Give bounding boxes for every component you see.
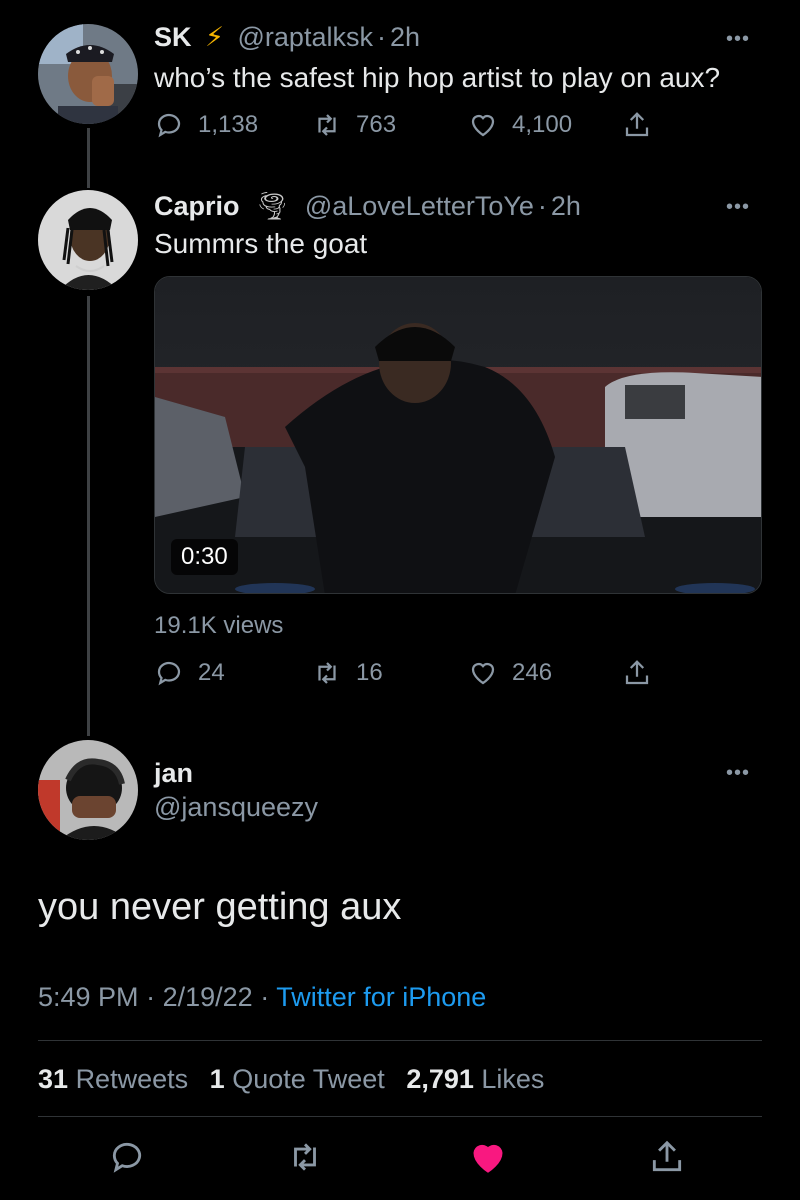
retweets-stat[interactable]: 31 Retweets: [38, 1064, 188, 1094]
author-handle[interactable]: @jansqueezy: [154, 792, 318, 823]
reply-count: 1,138: [198, 111, 259, 138]
reply-icon: [157, 661, 181, 686]
video-duration: 0:30: [171, 539, 238, 575]
tweet-time: 2h: [389, 22, 421, 52]
tweet-time: 5:49 PM: [38, 982, 139, 1012]
avatar[interactable]: [38, 740, 138, 840]
share-icon: [625, 660, 649, 685]
share-icon: [652, 1140, 682, 1172]
like-count: 4,100: [512, 111, 573, 138]
tweet-date: 2/19/22: [162, 982, 253, 1012]
divider: [38, 1040, 762, 1041]
tweet-time: 2h: [550, 191, 581, 221]
reply-icon: [112, 1142, 142, 1173]
tweet-text: who’s the safest hip hop artist to play …: [154, 62, 721, 93]
like-button[interactable]: 246: [468, 658, 552, 688]
reply-button[interactable]: 1,138: [154, 110, 258, 140]
author-name[interactable]: jan: [154, 758, 193, 789]
thread-line: [87, 128, 90, 188]
like-button[interactable]: [468, 1138, 508, 1178]
more-options-icon[interactable]: •••: [726, 196, 750, 219]
retweet-icon: [318, 114, 336, 136]
share-button[interactable]: [622, 110, 652, 140]
share-icon: [625, 112, 649, 137]
avatar[interactable]: [38, 24, 138, 124]
reply-button[interactable]: 24: [154, 658, 225, 688]
heart-filled-icon: [473, 1144, 503, 1173]
like-count: 246: [512, 659, 553, 686]
like-button[interactable]: 4,100: [468, 110, 572, 140]
author-handle[interactable]: @raptalksk: [238, 22, 373, 52]
author-name[interactable]: SK: [154, 22, 192, 52]
tweet-header: SK ⚡ @raptalksk · 2h: [154, 22, 421, 52]
retweet-button[interactable]: 16: [312, 658, 383, 688]
engagement-stats: 31 Retweets 1 Quote Tweet 2,791 Likes: [38, 1064, 544, 1095]
reply-button[interactable]: [108, 1138, 146, 1176]
author-name[interactable]: Caprio: [154, 191, 240, 221]
heart-icon: [471, 114, 495, 137]
retweet-count: 16: [356, 659, 383, 686]
video-player[interactable]: 0:30: [154, 276, 762, 594]
more-options-icon[interactable]: •••: [726, 762, 750, 785]
tweet-thread-view: SK ⚡ @raptalksk · 2h ••• who’s the safest …: [0, 0, 800, 1200]
share-button[interactable]: [622, 658, 652, 688]
retweet-icon: [318, 662, 336, 684]
author-handle[interactable]: @aLoveLetterToYe: [305, 191, 534, 221]
main-tweet-text: you never getting aux: [38, 886, 402, 928]
tweet-header: Caprio 🌪 @aLoveLetterToYe · 2h: [154, 191, 581, 221]
retweet-icon: [294, 1143, 316, 1171]
view-count: 19.1K views: [154, 612, 284, 639]
video-thumbnail: [155, 277, 761, 593]
share-button[interactable]: [648, 1138, 686, 1176]
retweet-button[interactable]: 763: [312, 110, 396, 140]
heart-icon: [471, 662, 495, 685]
quotes-stat[interactable]: 1 Quote Tweet: [210, 1064, 385, 1094]
more-options-icon[interactable]: •••: [726, 28, 750, 51]
retweet-count: 763: [356, 111, 397, 138]
tweet-source-link[interactable]: Twitter for iPhone: [276, 982, 486, 1012]
reply-icon: [157, 113, 181, 138]
tornado-icon: 🌪: [255, 191, 290, 221]
retweet-button[interactable]: [286, 1138, 324, 1176]
tweet-text: Summrs the goat: [154, 228, 368, 259]
reply-count: 24: [198, 659, 225, 686]
avatar[interactable]: [38, 190, 138, 290]
likes-stat[interactable]: 2,791 Likes: [406, 1064, 544, 1094]
divider: [38, 1116, 762, 1117]
lightning-bolt-icon: ⚡: [205, 22, 224, 52]
tweet-meta: 5:49 PM · 2/19/22 · Twitter for iPhone: [38, 982, 487, 1012]
thread-line: [87, 296, 90, 736]
